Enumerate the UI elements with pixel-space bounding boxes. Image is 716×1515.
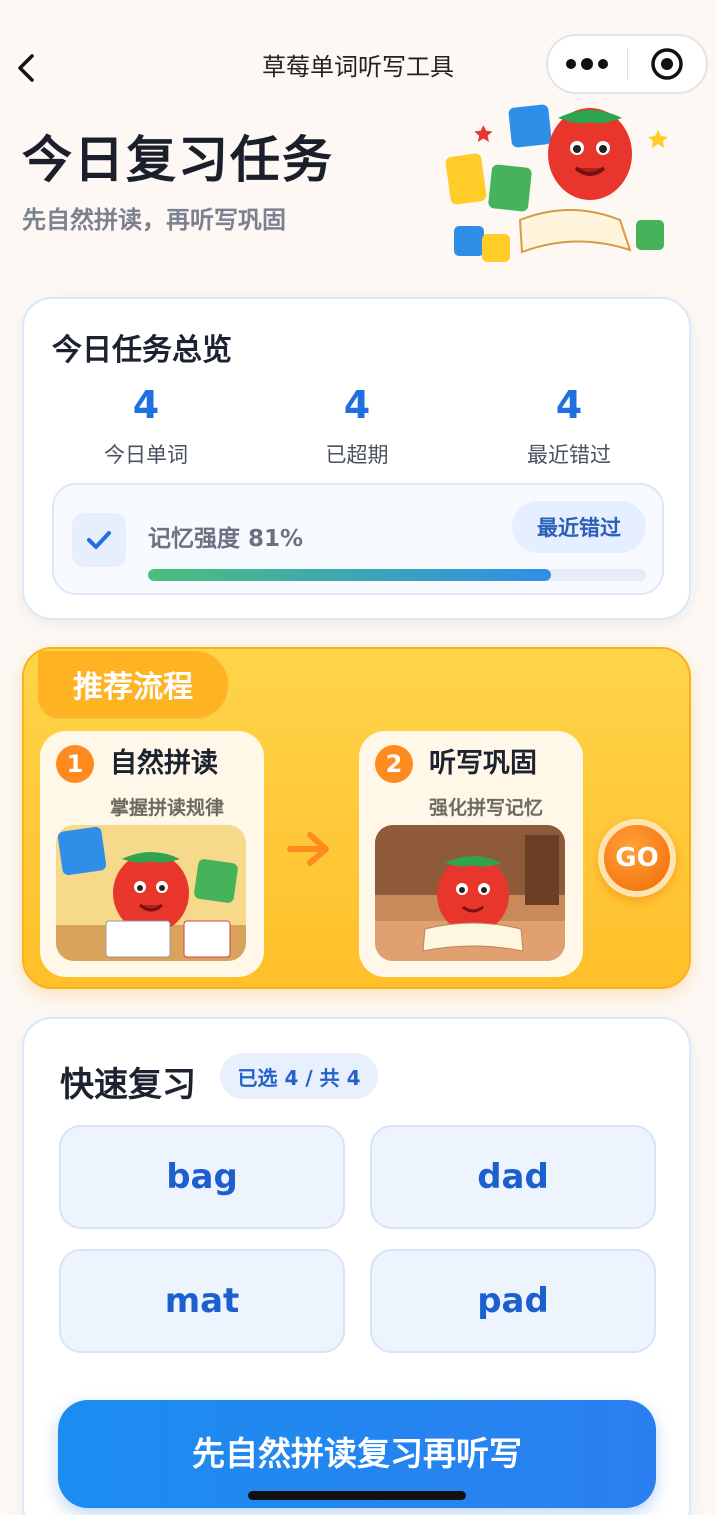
page-title: 今日复习任务 (22, 131, 334, 189)
selection-count-badge: 已选 4 / 共 4 (220, 1053, 378, 1099)
home-indicator (248, 1491, 466, 1500)
quick-review-title: 快速复习 (60, 1065, 196, 1105)
memory-progress-bar (148, 569, 646, 581)
strawberry-reading-illustration (440, 100, 680, 270)
recommended-flow-card: 推荐流程 1 自然拼读 掌握拼读规律 2 听写巩固 强化拼写记忆 GO (22, 647, 691, 989)
step-title: 自然拼读 (110, 748, 218, 779)
more-dot-icon (566, 59, 577, 69)
arrow-right-icon (286, 829, 332, 869)
step-subtitle: 掌握拼读规律 (110, 797, 225, 819)
word-chip-dad[interactable]: dad (370, 1125, 656, 1229)
more-dot-icon (581, 58, 594, 70)
dictation-illustration (375, 825, 565, 961)
word-chip-pad[interactable]: pad (370, 1249, 656, 1353)
overview-title: 今日任务总览 (52, 333, 232, 368)
step-subtitle: 强化拼写记忆 (429, 797, 544, 819)
phonics-illustration (56, 825, 246, 961)
word-chip-bag[interactable]: bag (59, 1125, 345, 1229)
step-number: 1 (56, 745, 94, 783)
stat-label: 今日单词 (104, 443, 188, 467)
flow-tag: 推荐流程 (38, 651, 228, 717)
recently-missed-tag[interactable]: 最近错过 (512, 501, 646, 553)
step-title: 听写巩固 (429, 748, 537, 779)
word-chip-mat[interactable]: mat (59, 1249, 345, 1353)
memory-strength-panel: 记忆强度 81% 最近错过 (52, 483, 664, 595)
step-number: 2 (375, 745, 413, 783)
more-button[interactable] (548, 36, 627, 92)
more-dot-icon (598, 59, 609, 69)
stat-value: 4 (132, 383, 160, 427)
task-overview-card: 今日任务总览 4 今日单词 4 已超期 4 最近错过 记忆强度 81% 最近错过 (22, 297, 691, 620)
memory-progress-fill (148, 569, 552, 581)
close-mini-program-button[interactable] (628, 36, 707, 92)
check-icon (72, 513, 126, 567)
memory-strength-label: 记忆强度 81% (148, 526, 304, 552)
stat-recently-missed[interactable]: 4 最近错过 (469, 383, 669, 469)
stat-value: 4 (555, 383, 583, 427)
stat-value: 4 (343, 383, 371, 427)
stat-label: 已超期 (325, 443, 389, 467)
stat-today-words[interactable]: 4 今日单词 (46, 383, 246, 469)
stat-label: 最近错过 (527, 443, 611, 467)
go-button[interactable]: GO (598, 819, 676, 897)
page-subtitle: 先自然拼读，再听写巩固 (22, 206, 286, 234)
step-dictation[interactable]: 2 听写巩固 强化拼写记忆 (359, 731, 583, 977)
stat-overdue[interactable]: 4 已超期 (257, 383, 457, 469)
target-icon (651, 48, 683, 80)
step-phonics[interactable]: 1 自然拼读 掌握拼读规律 (40, 731, 264, 977)
mini-program-capsule (546, 34, 708, 94)
